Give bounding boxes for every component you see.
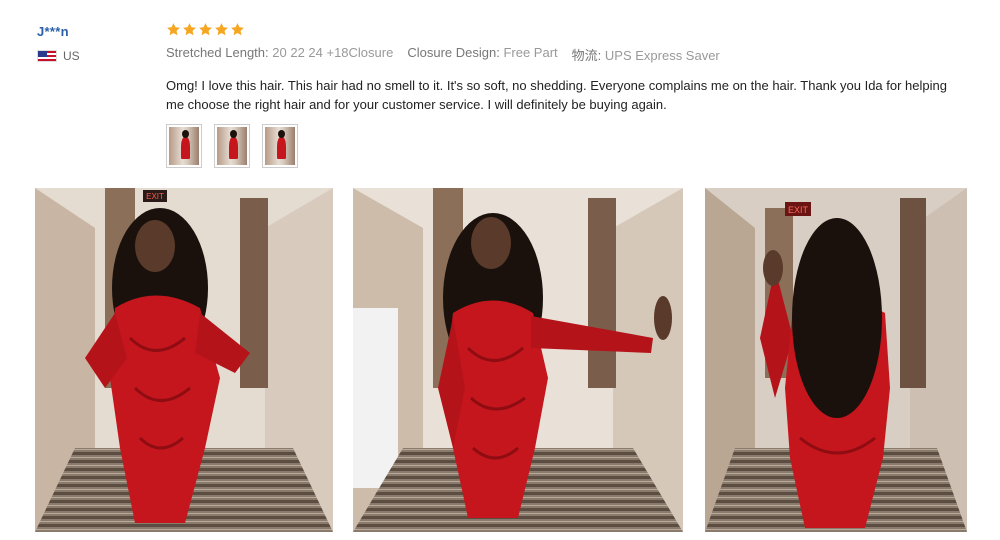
- star-icon: [166, 22, 181, 37]
- star-icon: [214, 22, 229, 37]
- star-icon: [230, 22, 245, 37]
- review-photo[interactable]: EXIT: [705, 188, 967, 532]
- attribute-value: Free Part: [503, 45, 558, 60]
- attribute-key: Stretched Length:: [166, 45, 269, 60]
- reviewer-info: J***n US: [37, 24, 147, 63]
- review-photo[interactable]: EXIT: [35, 188, 333, 532]
- star-icon: [198, 22, 213, 37]
- review-photo[interactable]: [353, 188, 683, 532]
- reviewer-name: J***n: [37, 24, 69, 39]
- attribute-value: UPS Express Saver: [604, 48, 720, 63]
- review-thumbnail[interactable]: [262, 124, 298, 168]
- attribute-value: 20 22 24 +18Closure: [272, 45, 394, 60]
- reviewer-country: US: [37, 49, 147, 63]
- exit-sign: EXIT: [788, 205, 809, 215]
- attribute-shipping: 物流: UPS Express Saver: [572, 45, 720, 64]
- exit-sign: EXIT: [146, 192, 164, 201]
- review-thumbnail[interactable]: [166, 124, 202, 168]
- attribute-key: Closure Design:: [407, 45, 500, 60]
- us-flag-icon: [37, 50, 57, 62]
- attribute-key: 物流:: [571, 48, 602, 63]
- star-rating: [166, 20, 966, 38]
- attribute-closure-design: Closure Design: Free Part: [407, 45, 557, 64]
- review-thumbnail[interactable]: [214, 124, 250, 168]
- review-body: Stretched Length: 20 22 24 +18Closure Cl…: [166, 20, 966, 168]
- review-thumbnails: [166, 124, 966, 168]
- attribute-stretched-length: Stretched Length: 20 22 24 +18Closure: [166, 45, 393, 64]
- star-icon: [182, 22, 197, 37]
- review-comment: Omg! I love this hair. This hair had no …: [166, 78, 947, 112]
- review-attributes: Stretched Length: 20 22 24 +18Closure Cl…: [166, 45, 966, 64]
- country-code: US: [63, 49, 80, 63]
